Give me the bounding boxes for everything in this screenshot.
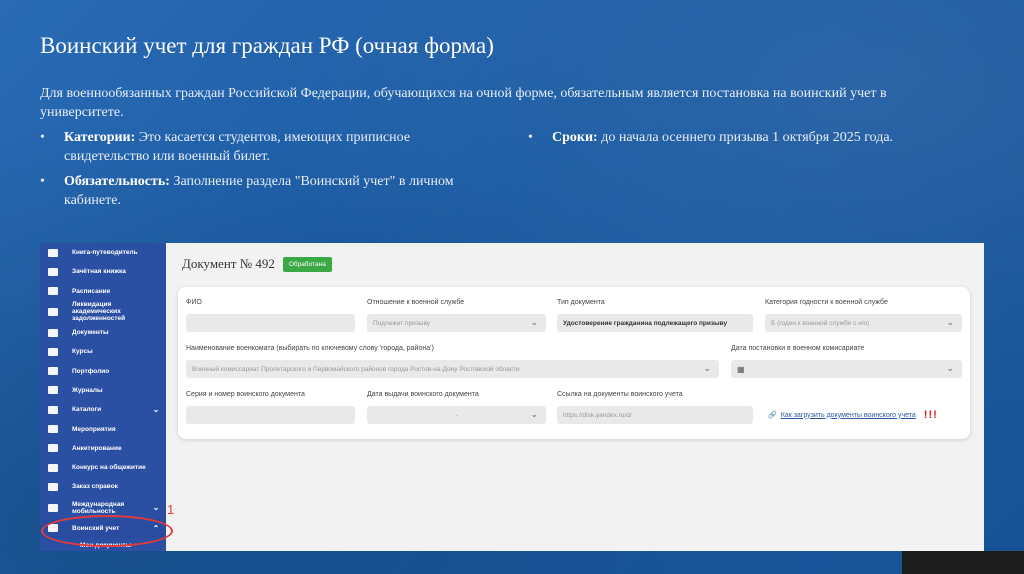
document-header: Документ № 492 Обработана	[182, 256, 332, 272]
series-input[interactable]	[186, 406, 355, 424]
sidebar-item-documents[interactable]: Документы	[40, 323, 166, 342]
highlight-oval	[41, 515, 173, 547]
reg-date-label: Дата постановки в военном комисариате	[731, 345, 865, 352]
trophy-icon	[48, 367, 58, 376]
commissariat-select[interactable]: Военный комиссариат Пролетарского и Перв…	[186, 360, 719, 378]
doc-type-label: Тип документа	[557, 299, 605, 306]
fio-label: ФИО	[186, 299, 202, 306]
sidebar-item-events[interactable]: Мероприятия	[40, 419, 166, 438]
category-field-group: Категория годности к военной службе Б (г…	[765, 299, 962, 332]
issue-date-field-group: Дата выдачи воинского документа - ⌄	[367, 391, 546, 424]
category-label: Категория годности к военной службе	[765, 299, 888, 306]
sidebar-item-debts[interactable]: Ликвидация академических задолженностей	[40, 301, 166, 323]
link-field-group: Ссылка на документы воинского учета http…	[557, 391, 753, 424]
sidebar-item-surveys[interactable]: Анкетирование	[40, 439, 166, 458]
commissariat-label: Наименование военкомата (выбирать по клю…	[186, 345, 434, 352]
folder-icon	[48, 328, 58, 337]
doc-type-select[interactable]: Удостоверение гражданина подлежащего при…	[557, 314, 753, 332]
sidebar-item-schedule[interactable]: Расписание	[40, 282, 166, 301]
flag-icon	[48, 463, 58, 472]
slide-title: Воинский учет для граждан РФ (очная форм…	[40, 33, 494, 58]
sidebar-item-portfolio[interactable]: Портфолио	[40, 361, 166, 380]
commissariat-field-group: Наименование военкомата (выбирать по клю…	[186, 345, 719, 378]
bullet-item: • Сроки: до начала осеннего призыва 1 ок…	[528, 130, 894, 145]
link-icon: 🔗	[768, 412, 777, 419]
reg-date-picker[interactable]: ▦ ⌄	[731, 360, 962, 378]
courses-icon	[48, 347, 58, 356]
relation-label: Отношение к военной службе	[367, 299, 465, 306]
chevron-down-icon: ⌄	[530, 409, 538, 419]
globe-icon	[48, 503, 58, 512]
chevron-down-icon: ⌄	[703, 363, 711, 373]
sidebar-item-guide[interactable]: Книга-путеводитель	[40, 243, 166, 262]
reg-date-field-group: Дата постановки в военном комисариате ▦ ⌄	[731, 345, 962, 378]
main-content: Документ № 492 Обработана ФИО Отношение …	[166, 243, 984, 551]
dark-corner-block	[902, 551, 1024, 574]
exclamation-mark: !!!	[923, 409, 938, 421]
journal-icon	[48, 386, 58, 395]
bullet-item: • Обязательность: Заполнение раздела "Во…	[40, 174, 454, 208]
sidebar-item-certificates[interactable]: Заказ справок	[40, 477, 166, 496]
chevron-down-icon: ⌄	[530, 317, 538, 327]
chevron-down-icon: ⌄	[152, 405, 160, 415]
fio-field-group: ФИО	[186, 299, 355, 332]
relation-field-group: Отношение к военной службе Подлежит приз…	[367, 299, 546, 332]
sidebar-item-journals[interactable]: Журналы	[40, 381, 166, 400]
chevron-down-icon: ⌄	[946, 317, 954, 327]
issue-date-select[interactable]: - ⌄	[367, 406, 546, 424]
survey-icon	[48, 444, 58, 453]
relation-select[interactable]: Подлежит призыву ⌄	[367, 314, 546, 332]
chevron-down-icon: ⌄	[152, 503, 160, 513]
bullets-left: • Категории: Это касается студентов, име…	[40, 128, 490, 216]
fio-input[interactable]	[186, 314, 355, 332]
calendar-icon: ▦	[737, 364, 745, 374]
help-link-row: 🔗 Как загрузить документы воинского учет…	[768, 409, 938, 421]
link-input[interactable]: https://disk.yandex.ru/d/	[557, 406, 753, 424]
document-icon	[48, 307, 58, 316]
link-label: Ссылка на документы воинского учета	[557, 391, 683, 398]
bullets-right: • Сроки: до начала осеннего призыва 1 ок…	[528, 128, 968, 153]
series-field-group: Серия и номер воинского документа	[186, 391, 355, 424]
graduation-cap-icon	[48, 267, 58, 276]
catalog-icon	[48, 405, 58, 414]
help-link[interactable]: Как загрузить документы воинского учета	[781, 412, 916, 419]
sidebar-item-courses[interactable]: Курсы	[40, 342, 166, 361]
military-form-card: ФИО Отношение к военной службе Подлежит …	[178, 287, 970, 439]
intro-text: Для военнообязанных граждан Российской Ф…	[40, 86, 887, 120]
event-icon	[48, 425, 58, 434]
document-title: Документ № 492	[182, 256, 275, 271]
chevron-down-icon: ⌄	[946, 363, 954, 373]
portal-screenshot: Книга-путеводитель Зачётная книжка Распи…	[40, 243, 984, 551]
category-select[interactable]: Б (годен к военной службе с н/о) ⌄	[765, 314, 962, 332]
issue-date-label: Дата выдачи воинского документа	[367, 391, 479, 398]
marker-number: 1	[167, 502, 175, 517]
certificate-icon	[48, 482, 58, 491]
sidebar-item-dormitory[interactable]: Конкурс на общежитие	[40, 458, 166, 477]
sidebar-item-gradebook[interactable]: Зачётная книжка	[40, 262, 166, 281]
bullet-item: • Категории: Это касается студентов, име…	[40, 130, 411, 164]
status-badge: Обработана	[282, 256, 332, 272]
sidebar-item-catalogs[interactable]: Каталоги ⌄	[40, 400, 166, 419]
sidebar: Книга-путеводитель Зачётная книжка Распи…	[40, 243, 166, 551]
book-guide-icon	[48, 248, 58, 257]
series-label: Серия и номер воинского документа	[186, 391, 305, 398]
calendar-icon	[48, 287, 58, 296]
doc-type-field-group: Тип документа Удостоверение гражданина п…	[557, 299, 753, 332]
